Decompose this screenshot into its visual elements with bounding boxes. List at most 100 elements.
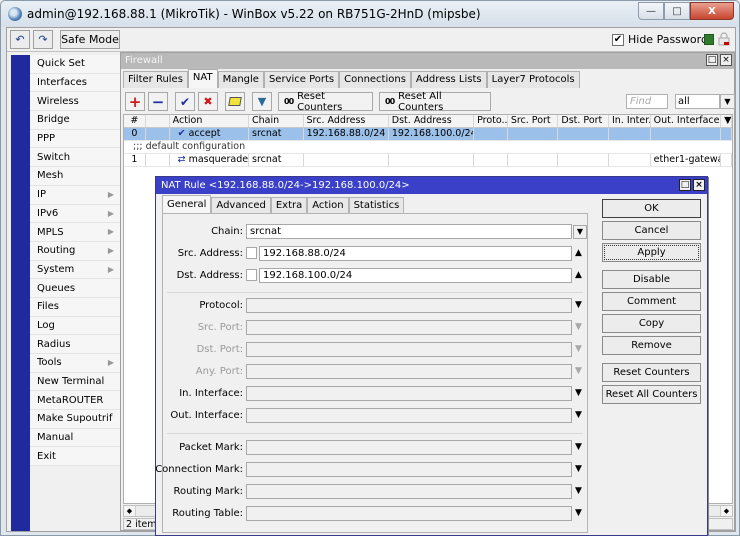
dialog-tab-extra[interactable]: Extra [270, 197, 308, 213]
sidebar-item-interfaces[interactable]: Interfaces [30, 73, 120, 93]
sidebar-item-radius[interactable]: Radius [30, 335, 120, 354]
scroll-right-icon[interactable]: ◆ [720, 506, 732, 516]
sidebar-item-ip[interactable]: IP ▶ [30, 185, 120, 205]
dialog-close-icon[interactable]: × [693, 179, 705, 191]
sidebar-item-switch[interactable]: Switch [30, 148, 120, 168]
packet-mark-field[interactable] [246, 440, 572, 455]
tab-address-lists[interactable]: Address Lists [410, 71, 487, 88]
dst-address-negate-checkbox[interactable] [246, 269, 257, 281]
sidebar-item-tools[interactable]: Tools ▶ [30, 354, 120, 373]
cancel-button[interactable]: Cancel [602, 221, 701, 240]
column-header[interactable]: Src. Address [304, 115, 389, 127]
tab-filter-rules[interactable]: Filter Rules [123, 71, 188, 88]
dialog-tab-general[interactable]: General [162, 195, 212, 213]
sidebar-item-exit[interactable]: Exit [30, 447, 120, 467]
remove-button[interactable]: Remove [602, 336, 701, 355]
enable-button[interactable]: ✔ [175, 92, 195, 111]
tab-nat[interactable]: NAT [187, 69, 218, 88]
apply-button[interactable]: Apply [602, 243, 701, 262]
close-button[interactable]: X [690, 2, 734, 20]
ok-button[interactable]: OK [602, 199, 701, 218]
src-address-negate-checkbox[interactable] [246, 247, 257, 259]
sidebar-item-metarouter[interactable]: MetaROUTER [30, 391, 120, 411]
column-header[interactable]: Dst. Port [558, 115, 609, 127]
find-input[interactable]: Find [626, 94, 668, 109]
filter-button[interactable]: ▼ [252, 92, 272, 111]
chain-dropdown-icon[interactable]: ▼ [573, 225, 587, 239]
column-header[interactable]: Src. Port [508, 115, 559, 127]
sidebar-item-make-supoutrif[interactable]: Make Supoutrif [30, 410, 120, 429]
src-address-field[interactable]: 192.168.88.0/24 [259, 246, 572, 261]
chain-filter-dropdown-button[interactable]: ▼ [720, 94, 735, 109]
sidebar-item-mpls[interactable]: MPLS ▶ [30, 223, 120, 242]
column-header[interactable]: Chain [249, 115, 304, 127]
tab-service-ports[interactable]: Service Ports [263, 71, 340, 88]
routing-mark-field[interactable] [246, 484, 572, 499]
routing-table-dropdown-icon[interactable]: ▼ [575, 507, 582, 519]
dialog-maximize-icon[interactable]: □ [679, 179, 691, 191]
dst-address-collapse-icon[interactable]: ▲ [575, 269, 582, 281]
dialog-tab-action[interactable]: Action [307, 197, 349, 213]
copy-button[interactable]: Copy [602, 314, 701, 333]
disable-button[interactable]: ✖ [198, 92, 218, 111]
table-row[interactable]: 0 ✔ accept srcnat 192.168.88.0/24 192.168.100… [124, 128, 732, 141]
column-header[interactable]: Dst. Address [389, 115, 475, 127]
chain-field[interactable]: srcnat [246, 224, 572, 239]
protocol-dropdown-icon[interactable]: ▼ [575, 299, 582, 311]
sidebar-item-manual[interactable]: Manual [30, 428, 120, 448]
sidebar-item-mesh[interactable]: Mesh [30, 167, 120, 186]
sidebar-item-quick-set[interactable]: Quick Set [30, 55, 120, 74]
packet-mark-dropdown-icon[interactable]: ▼ [575, 441, 582, 453]
reset-counters-button[interactable]: Reset Counters [602, 363, 701, 382]
sidebar-item-new-terminal[interactable]: New Terminal [30, 372, 120, 392]
tab-connections[interactable]: Connections [339, 71, 411, 88]
redo-button[interactable]: ↷ [33, 30, 53, 49]
column-header[interactable]: In. Inter... [609, 115, 651, 127]
reset-all-counters-button[interactable]: 00 Reset All Counters [379, 91, 491, 113]
sidebar-item-queues[interactable]: Queues [30, 279, 120, 298]
comment-button[interactable]: Comment [602, 292, 701, 311]
scroll-left-icon[interactable]: ◆ [124, 506, 136, 516]
add-button[interactable]: + [125, 92, 145, 111]
column-header[interactable]: Proto... [474, 115, 508, 127]
sidebar-item-ipv6[interactable]: IPv6 ▶ [30, 204, 120, 224]
routing-table-field[interactable] [246, 506, 572, 521]
disable-button[interactable]: Disable [602, 270, 701, 289]
sidebar-item-bridge[interactable]: Bridge [30, 111, 120, 130]
hide-passwords-checkbox[interactable]: ✔ [612, 33, 624, 46]
routing-mark-dropdown-icon[interactable]: ▼ [575, 485, 582, 497]
sidebar-item-routing[interactable]: Routing ▶ [30, 241, 120, 261]
maximize-button[interactable]: □ [664, 2, 690, 20]
connection-mark-dropdown-icon[interactable]: ▼ [575, 463, 582, 475]
minimize-button[interactable]: — [638, 2, 664, 20]
chain-filter-select[interactable]: all [675, 94, 720, 109]
in-interface-dropdown-icon[interactable]: ▼ [575, 387, 582, 399]
src-address-collapse-icon[interactable]: ▲ [575, 247, 582, 259]
column-header[interactable]: # [124, 115, 146, 127]
dialog-tab-advanced[interactable]: Advanced [211, 197, 271, 213]
tab-layer7-protocols[interactable]: Layer7 Protocols [486, 71, 580, 88]
out-interface-dropdown-icon[interactable]: ▼ [575, 409, 582, 421]
sidebar-item-files[interactable]: Files [30, 297, 120, 317]
protocol-field[interactable] [246, 298, 572, 313]
firewall-restore-icon[interactable]: □ [706, 54, 718, 66]
out-interface-field[interactable] [246, 408, 572, 423]
column-header[interactable]: Action [170, 115, 249, 127]
comment-button[interactable] [225, 92, 245, 111]
column-header[interactable]: Out. Interface [651, 115, 722, 127]
table-row[interactable]: 1 ⇄masqueradesrcnat ether1-gateway [124, 154, 732, 167]
connection-mark-field[interactable] [246, 462, 572, 477]
sidebar-item-system[interactable]: System ▶ [30, 260, 120, 280]
in-interface-field[interactable] [246, 386, 572, 401]
sidebar-item-log[interactable]: Log [30, 316, 120, 336]
column-header[interactable] [146, 115, 170, 127]
tab-mangle[interactable]: Mangle [217, 71, 264, 88]
reset-counters-button[interactable]: 00 Reset Counters [278, 91, 373, 113]
sidebar-item-wireless[interactable]: Wireless [30, 92, 120, 112]
dst-address-field[interactable]: 192.168.100.0/24 [259, 268, 572, 283]
safe-mode-button[interactable]: Safe Mode [60, 30, 120, 49]
hide-passwords-toggle[interactable]: ✔ Hide Passwords [612, 33, 714, 46]
remove-button[interactable]: − [148, 92, 168, 111]
dialog-tab-statistics[interactable]: Statistics [348, 197, 405, 213]
column-header[interactable]: ▼ [721, 115, 733, 127]
